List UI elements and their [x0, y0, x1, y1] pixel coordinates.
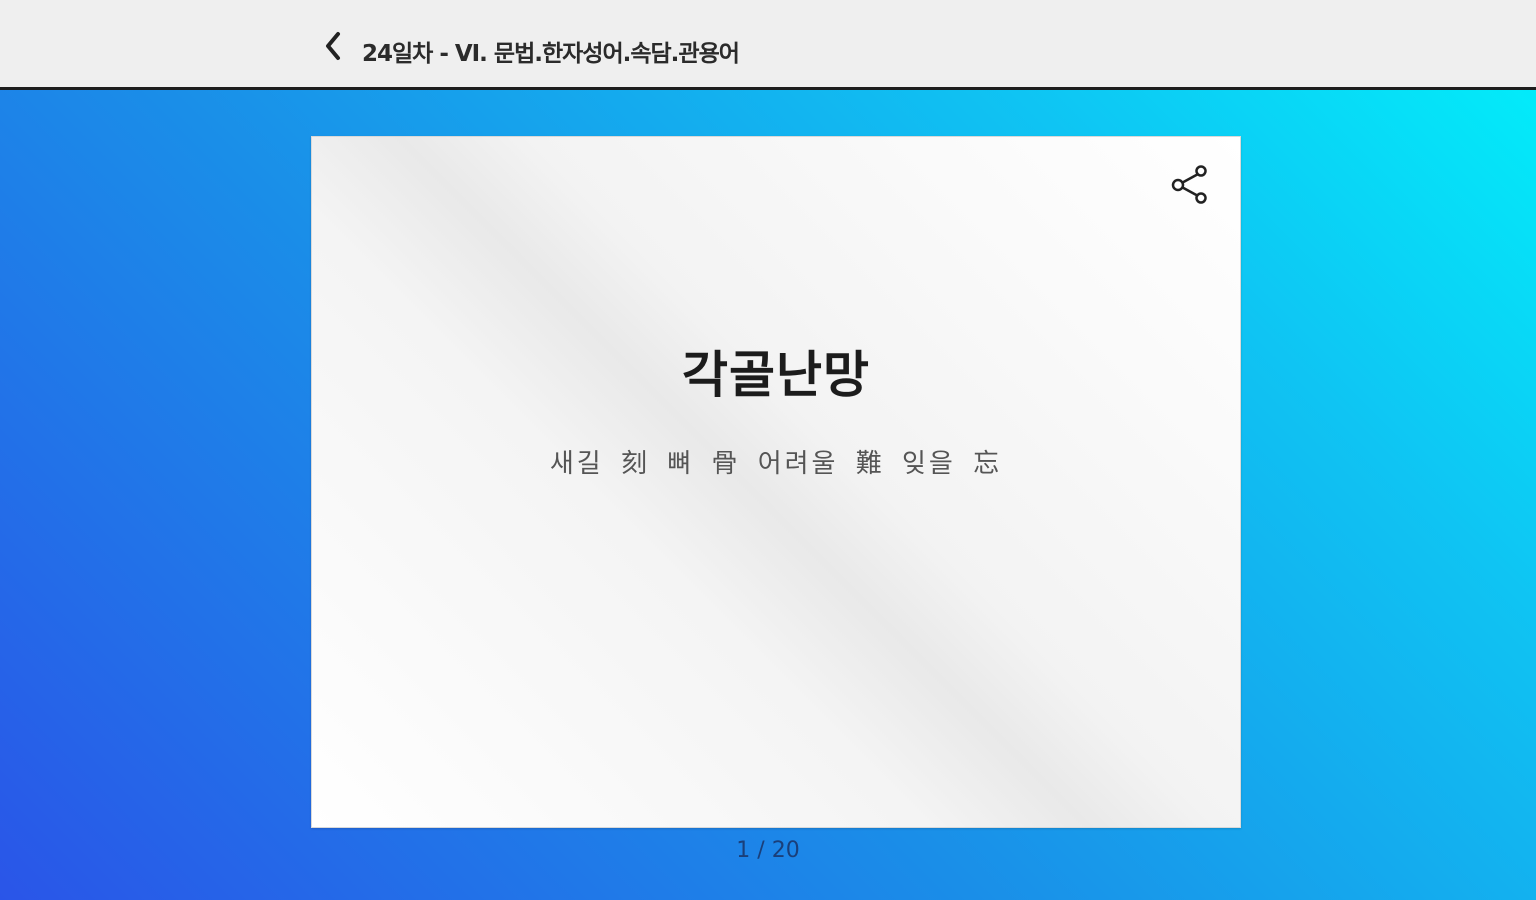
chevron-left-icon: [326, 32, 340, 60]
card-meaning: 새길 刻 뼈 骨 어려울 難 잊을 忘: [549, 449, 1003, 479]
share-icon: [1171, 165, 1207, 204]
flashcard-screen: 24일차 - Ⅵ. 문법.한자성어.속담.관용어 각골난망 새길 刻 뼈 骨 어…: [0, 0, 1536, 900]
card-term: 각골난망: [682, 346, 870, 404]
top-bar: 24일차 - Ⅵ. 문법.한자성어.속담.관용어: [0, 0, 1536, 90]
flashcard[interactable]: 각골난망 새길 刻 뼈 骨 어려울 難 잊을 忘: [311, 136, 1241, 828]
page-counter: 1 / 20: [736, 838, 800, 863]
back-button[interactable]: [316, 24, 352, 68]
deck-title: 24일차 - Ⅵ. 문법.한자성어.속담.관용어: [362, 41, 740, 67]
share-button[interactable]: [1168, 163, 1212, 207]
